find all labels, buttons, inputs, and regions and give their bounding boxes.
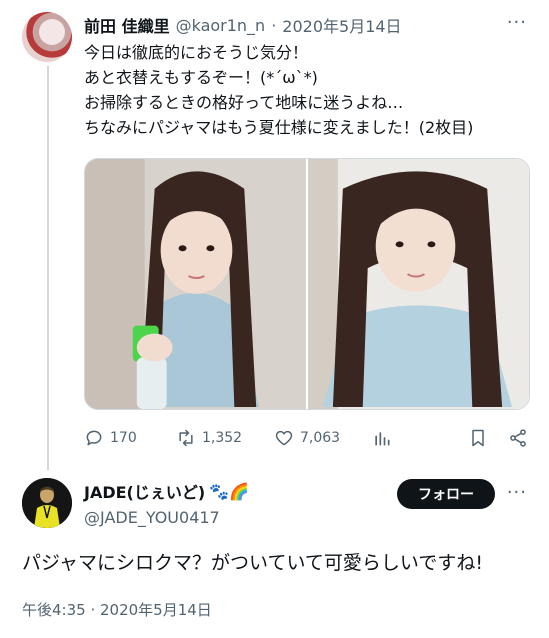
like-icon	[275, 430, 293, 446]
reply-button[interactable]: 170	[84, 428, 137, 448]
retweet-count: 1,352	[202, 430, 243, 446]
tweet-header: 前田 佳織里 @kaor1n_n · 2020年5月14日	[84, 13, 402, 37]
stats-button[interactable]	[372, 428, 392, 448]
avatar[interactable]	[22, 12, 72, 62]
retweet-icon	[179, 429, 193, 447]
more-icon[interactable]: ···	[507, 12, 527, 33]
bookmark-icon	[472, 429, 484, 447]
author-handle[interactable]: @kaor1n_n	[176, 16, 266, 35]
stats-icon	[375, 432, 390, 446]
photo-1[interactable]	[85, 159, 306, 409]
tweet-line: 今日は徹底的におそうじ気分！	[84, 43, 309, 62]
media-gallery	[84, 158, 530, 410]
thread-connector-line	[47, 66, 49, 470]
tweet-line: ちなみにパジャマはもう夏仕様に変えました！(2枚目)	[84, 118, 474, 137]
share-button[interactable]	[508, 428, 528, 448]
more-icon[interactable]: ···	[507, 482, 527, 503]
timestamp[interactable]: 午後4:35 · 2020年5月14日	[22, 599, 212, 620]
separator-dot: ·	[271, 15, 277, 35]
author-handle[interactable]: @JADE_YOU0417	[84, 508, 249, 527]
reply-count: 170	[110, 430, 137, 446]
tweet-line: お掃除するときの格好って地味に迷うよね…	[84, 93, 404, 112]
retweet-button[interactable]: 1,352	[176, 428, 242, 448]
avatar[interactable]	[22, 478, 72, 528]
name-emoji: 🐾🌈	[209, 481, 250, 501]
tweet-date[interactable]: 2020年5月14日	[282, 13, 401, 37]
author-name[interactable]: JADE(じぇいど)	[84, 479, 205, 503]
tweet-actions: 170 1,352 7,063	[84, 424, 530, 452]
tweet-line: あと衣替えもするぞー！(*´ω`*)	[84, 68, 318, 87]
reply-header: JADE(じぇいど) 🐾🌈 @JADE_YOU0417	[84, 479, 250, 528]
share-icon	[510, 429, 526, 447]
like-count: 7,063	[300, 430, 341, 446]
follow-button[interactable]: フォロー	[397, 479, 495, 509]
bookmark-button[interactable]	[468, 428, 488, 448]
tweet-text: 今日は徹底的におそうじ気分！ あと衣替えもするぞー！(*´ω`*) お掃除すると…	[84, 40, 534, 140]
like-button[interactable]: 7,063	[274, 428, 340, 448]
reply-icon	[86, 430, 102, 446]
reply-text: パジャマにシロクマ？がついていて可愛らしいですね!	[22, 552, 483, 574]
author-name[interactable]: 前田 佳織里	[84, 13, 170, 37]
photo-2[interactable]	[308, 159, 529, 409]
